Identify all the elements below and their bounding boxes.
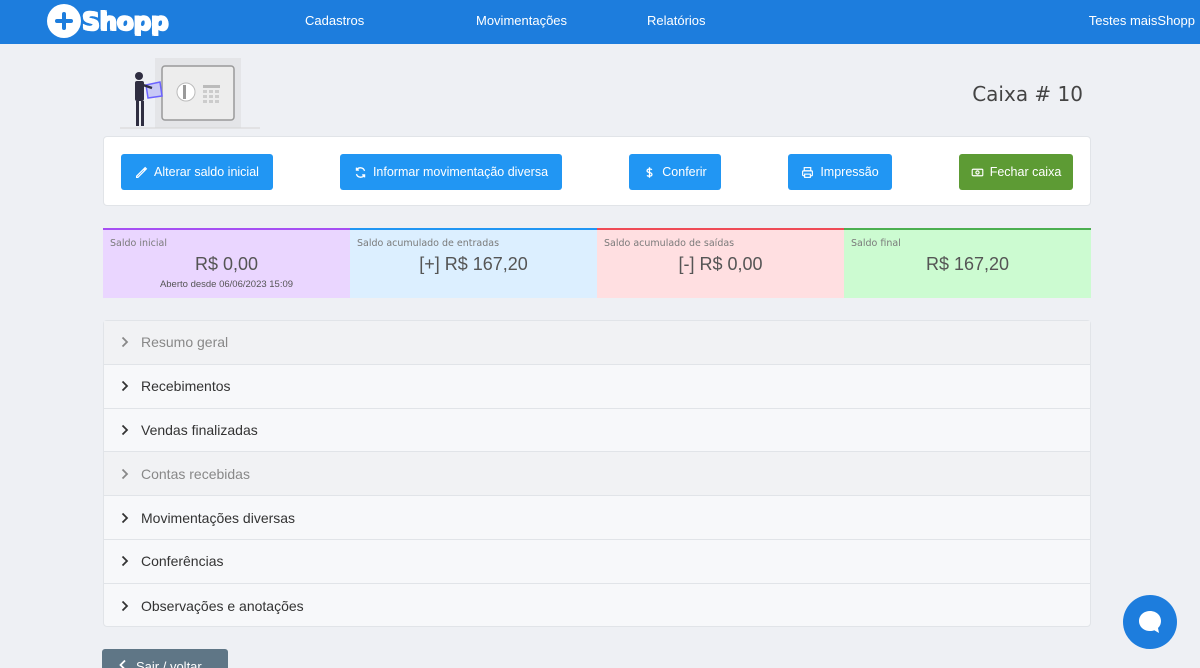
- accordion-item-vendas-finalizadas[interactable]: Vendas finalizadas: [104, 409, 1090, 453]
- chevron-right-icon: [121, 512, 129, 523]
- stat-saldo-final: Saldo final R$ 167,20: [844, 228, 1091, 298]
- dollar-icon: [646, 166, 653, 178]
- accordion-item-contas-recebidas[interactable]: Contas recebidas: [104, 452, 1090, 497]
- stat-value: R$ 0,00: [194, 254, 259, 274]
- informar-movimentacao-label: Informar movimentação diversa: [372, 165, 549, 179]
- impressao-label: Impressão: [820, 165, 879, 179]
- stat-entradas: Saldo acumulado de entradas [+] R$ 167,2…: [350, 228, 597, 298]
- chevron-right-icon: [121, 424, 129, 436]
- action-panel: Alterar saldo inicial Informar movimenta…: [103, 136, 1091, 206]
- cash-register-illustration: [120, 58, 260, 129]
- stat-value: R$ 167,20: [925, 254, 1010, 274]
- impressao-button[interactable]: Impressão: [788, 154, 892, 190]
- accordion-item-movimentacoes-diversas[interactable]: Movimentações diversas: [104, 496, 1090, 540]
- chevron-right-icon: [121, 468, 129, 479]
- stat-saldo-inicial: Saldo inicial R$ 0,00 Aberto desde 06/06…: [103, 228, 350, 298]
- accordion-item-label: Observações e anotações: [141, 597, 304, 614]
- accordion-item-label: Movimentações diversas: [141, 509, 296, 526]
- chevron-right-icon: [121, 600, 129, 611]
- alterar-saldo-inicial-button[interactable]: Alterar saldo inicial: [121, 154, 273, 190]
- stat-label: Saldo acumulado de entradas: [357, 238, 500, 249]
- nav-item-relatorios[interactable]: Relatórios: [647, 13, 706, 28]
- sync-icon: [355, 166, 366, 178]
- details-accordion: Resumo geral Recebimentos Vendas finaliz…: [103, 320, 1091, 627]
- accordion-item-label: Resumo geral: [141, 334, 229, 351]
- chat-bubble-icon: [1139, 611, 1161, 633]
- accordion-item-recebimentos[interactable]: Recebimentos: [104, 365, 1090, 409]
- printer-icon: [802, 166, 814, 178]
- money-bill-icon: [971, 168, 984, 176]
- accordion-item-label: Recebimentos: [141, 378, 231, 395]
- alterar-saldo-inicial-label: Alterar saldo inicial: [154, 165, 259, 179]
- nav-item-movimentacoes[interactable]: Movimentações: [476, 13, 567, 28]
- page-title: Caixa # 10: [972, 82, 1083, 106]
- nav-item-cadastros[interactable]: Cadastros: [305, 13, 364, 28]
- pencil-icon: [136, 166, 148, 178]
- accordion-item-label: Contas recebidas: [141, 465, 250, 482]
- balance-summary: Saldo inicial R$ 0,00 Aberto desde 06/06…: [103, 228, 1091, 298]
- fechar-caixa-button[interactable]: Fechar caixa: [959, 154, 1073, 190]
- user-menu[interactable]: Testes maisShopp: [1089, 13, 1195, 28]
- brand-logo-text: Shopp: [81, 6, 169, 37]
- plus-icon: [47, 4, 81, 38]
- stat-saidas: Saldo acumulado de saídas [-] R$ 0,00: [597, 228, 844, 298]
- stat-label: Saldo final: [851, 238, 901, 249]
- chat-widget-button[interactable]: [1123, 595, 1177, 649]
- accordion-item-conferencias[interactable]: Conferências: [104, 540, 1090, 584]
- back-button[interactable]: Sair / voltar: [102, 649, 228, 668]
- accordion-item-label: Conferências: [141, 553, 224, 570]
- conferir-button[interactable]: Conferir: [629, 154, 721, 190]
- stat-value: [+] R$ 167,20: [419, 254, 528, 274]
- chevron-left-icon: [119, 659, 126, 668]
- back-button-label: Sair / voltar: [136, 659, 202, 668]
- stat-label: Saldo acumulado de saídas: [604, 238, 735, 249]
- stat-label: Saldo inicial: [110, 238, 167, 249]
- stat-value: [-] R$ 0,00: [678, 254, 763, 274]
- brand-logo[interactable]: Shopp: [47, 3, 170, 39]
- top-navbar: Shopp Cadastros Movimentações Relatórios…: [0, 0, 1200, 44]
- stat-opened-since: Aberto desde 06/06/2023 15:09: [159, 279, 294, 290]
- conferir-label: Conferir: [662, 165, 707, 179]
- informar-movimentacao-button[interactable]: Informar movimentação diversa: [340, 154, 562, 190]
- fechar-caixa-label: Fechar caixa: [989, 165, 1062, 179]
- accordion-item-resumo-geral[interactable]: Resumo geral: [104, 321, 1090, 365]
- accordion-item-observacoes[interactable]: Observações e anotações: [104, 584, 1090, 628]
- accordion-item-label: Vendas finalizadas: [141, 421, 258, 438]
- chevron-right-icon: [121, 381, 129, 392]
- chevron-right-icon: [121, 337, 129, 348]
- chevron-right-icon: [121, 556, 129, 567]
